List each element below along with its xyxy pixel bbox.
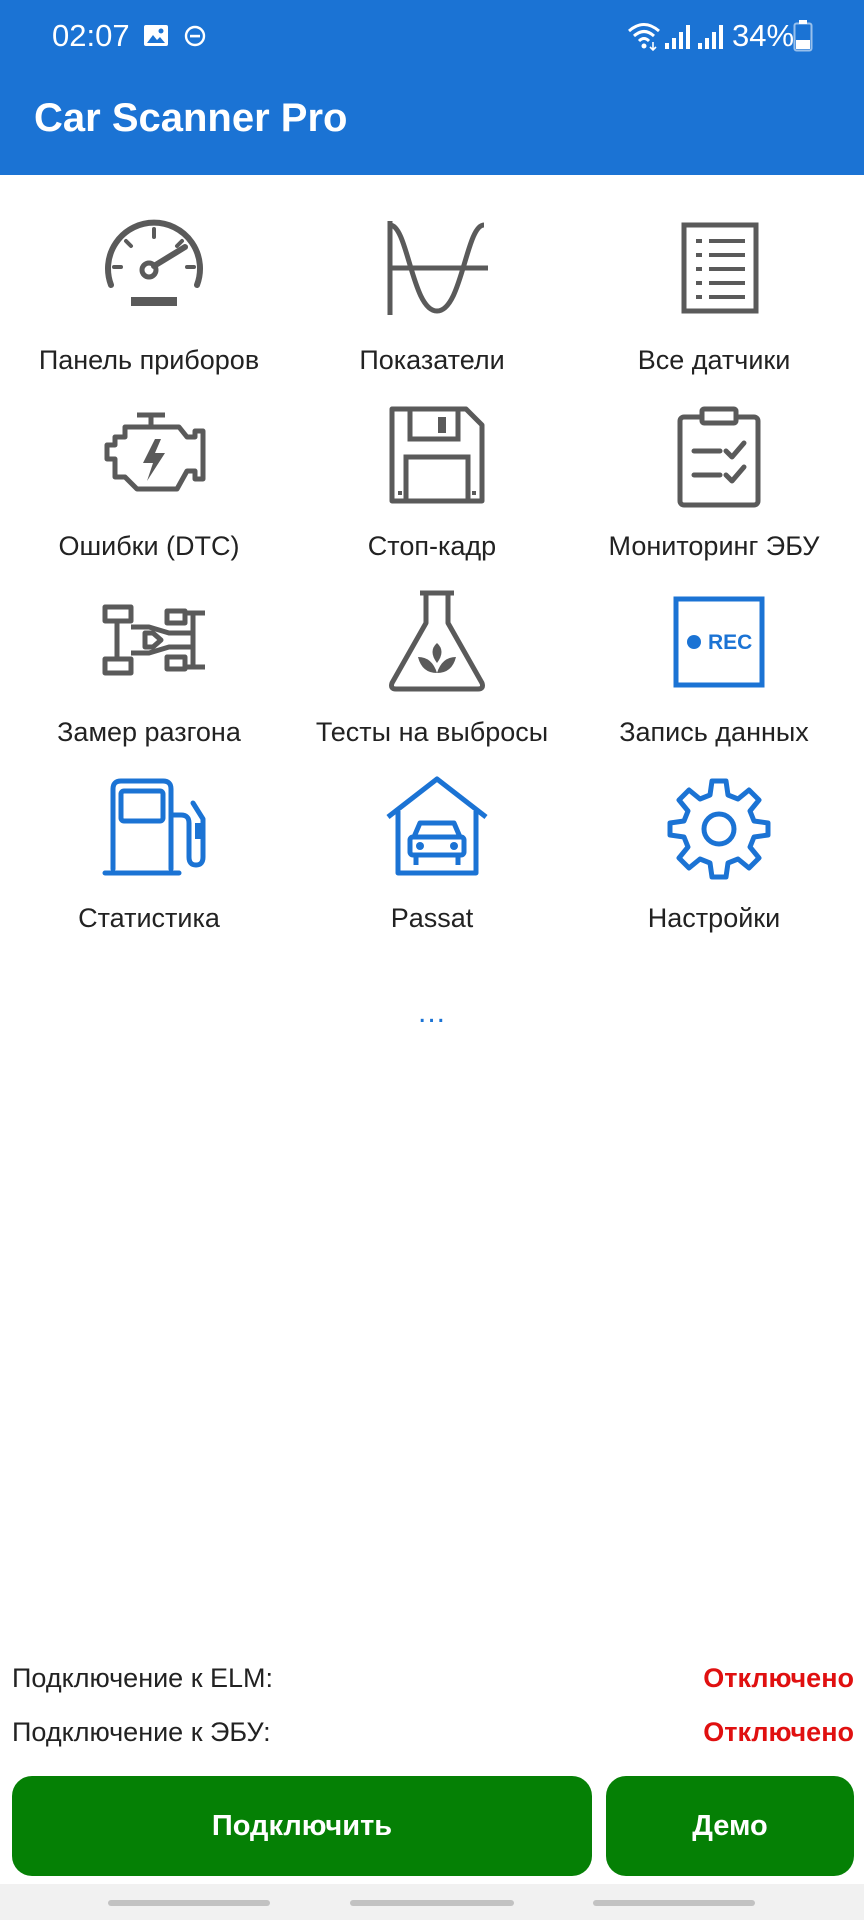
app-title: Car Scanner Pro: [34, 96, 348, 140]
ecu-connection-row: Подключение к ЭБУ: Отключено: [12, 1712, 854, 1752]
list-icon: [681, 222, 759, 314]
menu-item-settings[interactable]: Настройки: [570, 733, 858, 933]
speedometer-icon: [105, 219, 203, 306]
ecu-connection-label: Подключение к ЭБУ:: [12, 1717, 271, 1747]
sine-wave-icon: [387, 221, 488, 315]
menu-item-passat[interactable]: Passat: [288, 733, 576, 933]
nav-recents-handle[interactable]: [108, 1900, 270, 1906]
clipboard-check-icon: [677, 406, 761, 508]
garage-car-icon: [386, 776, 488, 876]
menu-item-data-recording[interactable]: REC Запись данных: [570, 547, 858, 747]
system-navigation-bar: [0, 1884, 864, 1920]
status-time: 02:07: [52, 18, 130, 53]
flask-leaf-icon: [389, 590, 485, 692]
gear-icon: [667, 778, 771, 880]
signal-icon: [665, 25, 690, 49]
battery-percent: 34%: [732, 18, 795, 53]
menu-item-dtc[interactable]: Ошибки (DTC): [5, 361, 293, 561]
menu-item-all-sensors[interactable]: Все датчики: [570, 175, 858, 375]
demo-button[interactable]: Демо: [606, 1776, 854, 1876]
menu-item-acceleration[interactable]: Замер разгона: [5, 547, 293, 747]
signal-icon: [698, 25, 723, 49]
app-header: 02:07 34% Car Scanner Pro: [0, 0, 864, 175]
menu-item-label: Статистика: [78, 903, 220, 933]
rec-icon: REC: [673, 596, 765, 688]
menu-item-dashboard[interactable]: Панель приборов: [5, 175, 293, 375]
wifi-icon: [628, 23, 660, 52]
nav-home-handle[interactable]: [350, 1900, 514, 1906]
menu-item-indicators[interactable]: Показатели: [288, 175, 576, 375]
status-bar: 02:07 34%: [0, 0, 864, 72]
elm-connection-label: Подключение к ELM:: [12, 1663, 274, 1693]
engine-icon: [104, 412, 206, 492]
menu-item-ecu-monitoring[interactable]: Мониторинг ЭБУ: [570, 361, 858, 561]
menu-item-statistics[interactable]: Статистика: [5, 733, 293, 933]
connect-button[interactable]: Подключить: [12, 1776, 592, 1876]
battery-icon: [793, 20, 813, 52]
nav-back-handle[interactable]: [593, 1900, 755, 1906]
elm-connection-status: Отключено: [703, 1663, 854, 1693]
rec-icon-text: REC: [708, 631, 752, 654]
elm-connection-row: Подключение к ELM: Отключено: [12, 1658, 854, 1698]
menu-item-label: Настройки: [647, 903, 781, 933]
race-car-icon: [102, 604, 205, 676]
menu-item-label: Passat: [390, 903, 474, 933]
more-button[interactable]: ...: [0, 996, 864, 1030]
menu-item-emission-tests[interactable]: Тесты на выбросы: [288, 547, 576, 747]
fuel-pump-icon: [102, 778, 206, 876]
floppy-disk-icon: [389, 406, 485, 504]
ecu-connection-status: Отключено: [703, 1717, 854, 1747]
menu-item-freeze-frame[interactable]: Стоп-кадр: [288, 361, 576, 561]
do-not-disturb-icon: [184, 25, 206, 47]
gallery-icon: [144, 25, 168, 46]
